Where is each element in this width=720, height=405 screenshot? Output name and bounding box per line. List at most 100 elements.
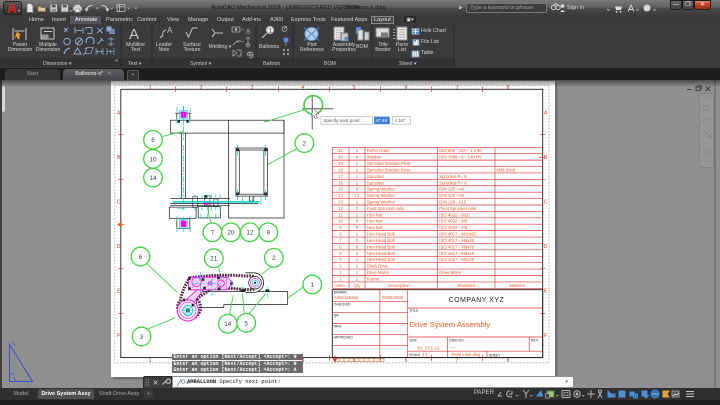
svg-text:2: 2 bbox=[272, 255, 276, 262]
svg-text:3: 3 bbox=[140, 334, 144, 341]
svg-text:1: 1 bbox=[311, 282, 315, 289]
svg-text:SHEET: SHEET bbox=[489, 353, 500, 357]
svg-text:E: E bbox=[544, 289, 548, 295]
svg-text:15: 15 bbox=[338, 187, 343, 192]
svg-text:Washer: Washer bbox=[367, 155, 382, 160]
svg-text:16: 16 bbox=[338, 180, 343, 185]
svg-text:14: 14 bbox=[224, 321, 232, 328]
svg-text:06/05/2006: 06/05/2006 bbox=[382, 295, 404, 300]
svg-text:E: E bbox=[117, 289, 121, 295]
svg-text:19: 19 bbox=[338, 161, 343, 166]
svg-text:Parts Liste.dwg: Parts Liste.dwg bbox=[452, 352, 481, 357]
svg-text:ISO 4032 - M8: ISO 4032 - M8 bbox=[439, 219, 468, 224]
svg-text:Spring Washer: Spring Washer bbox=[367, 187, 396, 192]
svg-text:DIN 128 - A10: DIN 128 - A10 bbox=[439, 199, 467, 204]
svg-text:Spring Washer: Spring Washer bbox=[367, 199, 396, 204]
svg-text:COMPANY XYZ: COMPANY XYZ bbox=[449, 297, 505, 304]
svg-text:2: 2 bbox=[200, 85, 203, 91]
svg-text:A: A bbox=[117, 111, 121, 117]
svg-text:6: 6 bbox=[151, 137, 155, 144]
svg-text:18: 18 bbox=[338, 167, 343, 172]
svg-text:Description: Description bbox=[388, 283, 410, 288]
svg-text:Hex Nut: Hex Nut bbox=[367, 212, 383, 217]
svg-text:DWG NO: DWG NO bbox=[449, 338, 464, 342]
svg-text:A̲: A̲ bbox=[246, 28, 251, 35]
svg-text:ISO 4032 - M10: ISO 4032 - M10 bbox=[439, 212, 470, 217]
svg-text:C: C bbox=[117, 200, 121, 206]
svg-text:Shaft Drive: Shaft Drive bbox=[367, 264, 389, 269]
svg-text:Hex-Head Bolt: Hex-Head Bolt bbox=[367, 257, 396, 262]
svg-text:12: 12 bbox=[355, 193, 360, 198]
svg-text:47.48: 47.48 bbox=[376, 118, 388, 123]
svg-text:SCALE: SCALE bbox=[409, 353, 421, 357]
svg-text:10: 10 bbox=[149, 156, 157, 163]
svg-text:4: 4 bbox=[302, 85, 305, 91]
svg-text:1:1: 1:1 bbox=[422, 352, 428, 357]
svg-text:20: 20 bbox=[338, 155, 343, 160]
svg-text:1: 1 bbox=[149, 358, 152, 364]
svg-text:Hex-Head Bolt: Hex-Head Bolt bbox=[367, 232, 396, 237]
svg-text:7: 7 bbox=[211, 230, 215, 237]
svg-text:12: 12 bbox=[338, 206, 343, 211]
svg-text:Sprocket: Sprocket bbox=[367, 174, 385, 179]
svg-text:7: 7 bbox=[456, 85, 459, 91]
svg-text:MFG: MFG bbox=[334, 325, 342, 329]
svg-text:Specify next point:: Specify next point: bbox=[323, 118, 361, 123]
svg-text:14: 14 bbox=[338, 193, 343, 198]
svg-text:2: 2 bbox=[303, 141, 307, 148]
svg-text:Frame: Frame bbox=[367, 276, 380, 281]
svg-text:D: D bbox=[544, 244, 548, 250]
svg-text:Item: Item bbox=[336, 283, 345, 288]
svg-text:Pivot Sprocket Axle: Pivot Sprocket Axle bbox=[367, 206, 405, 211]
svg-text:TITLE: TITLE bbox=[409, 309, 419, 313]
svg-text:Hex-Head Bolt: Hex-Head Bolt bbox=[367, 244, 396, 249]
svg-text:17: 17 bbox=[338, 174, 343, 179]
svg-text:Mild Steel: Mild Steel bbox=[497, 167, 516, 172]
svg-text:B: B bbox=[544, 155, 548, 161]
svg-text:Drive Motor: Drive Motor bbox=[439, 270, 462, 275]
svg-text:ISO 7089 - 6 - 140 HV: ISO 7089 - 6 - 140 HV bbox=[439, 155, 482, 160]
svg-text:Spring Washer: Spring Washer bbox=[367, 193, 396, 198]
svg-text:Sprocket Bracket-Pivot: Sprocket Bracket-Pivot bbox=[367, 161, 412, 166]
svg-text:SIZE: SIZE bbox=[409, 338, 417, 342]
svg-text:Roller chain: Roller chain bbox=[367, 148, 390, 153]
svg-text:12: 12 bbox=[246, 230, 254, 237]
svg-text:Standard: Standard bbox=[457, 283, 475, 288]
svg-text:DIN 128 - A6: DIN 128 - A6 bbox=[439, 187, 464, 192]
svg-text:CHECKED: CHECKED bbox=[334, 302, 351, 306]
svg-text:Administrator: Administrator bbox=[334, 295, 359, 300]
svg-text:Drive System Assembly: Drive System Assembly bbox=[410, 320, 491, 329]
svg-text:6: 6 bbox=[405, 358, 408, 364]
svg-text:Qty: Qty bbox=[354, 283, 362, 288]
svg-text:6: 6 bbox=[139, 254, 143, 261]
svg-text:< 16°: < 16° bbox=[395, 118, 406, 123]
svg-text:A: A bbox=[129, 26, 139, 43]
svg-text:5: 5 bbox=[244, 320, 248, 327]
svg-text:11: 11 bbox=[338, 212, 343, 217]
svg-text:1: 1 bbox=[149, 85, 152, 91]
svg-text:5: 5 bbox=[353, 85, 356, 91]
svg-text:ISO 4017 - M10x25: ISO 4017 - M10x25 bbox=[439, 232, 477, 237]
svg-text:C: C bbox=[544, 200, 548, 206]
svg-text:ISO 4017 - M6x20: ISO 4017 - M6x20 bbox=[439, 257, 474, 262]
svg-text:Sprocket Bracket-Base: Sprocket Bracket-Base bbox=[367, 167, 412, 172]
svg-text:14: 14 bbox=[149, 175, 157, 182]
svg-text:Sprocket R= 6: Sprocket R= 6 bbox=[439, 180, 467, 185]
svg-text:A: A bbox=[544, 111, 548, 117]
svg-text:13: 13 bbox=[338, 199, 343, 204]
svg-text:ISO 606 - 12A - 1 x 50: ISO 606 - 12A - 1 x 50 bbox=[439, 148, 482, 153]
svg-text:DRAWN: DRAWN bbox=[334, 291, 347, 295]
svg-text:8: 8 bbox=[507, 358, 510, 364]
svg-text:B: B bbox=[117, 155, 121, 161]
svg-text:Material: Material bbox=[509, 283, 524, 288]
svg-text:QA: QA bbox=[334, 313, 340, 317]
svg-text:Drive Motor: Drive Motor bbox=[367, 270, 390, 275]
svg-text:Ex_XYZ-A3: Ex_XYZ-A3 bbox=[418, 345, 441, 350]
svg-text:Hex-Head Bolt: Hex-Head Bolt bbox=[367, 238, 396, 243]
svg-text:Sprocket R= 8: Sprocket R= 8 bbox=[439, 174, 467, 179]
svg-text:3: 3 bbox=[251, 85, 254, 91]
svg-text:DIN 128 - A8: DIN 128 - A8 bbox=[439, 193, 464, 198]
svg-text:A: A bbox=[167, 26, 173, 35]
svg-text:8: 8 bbox=[507, 85, 510, 91]
svg-text:Hex Nut: Hex Nut bbox=[367, 219, 383, 224]
